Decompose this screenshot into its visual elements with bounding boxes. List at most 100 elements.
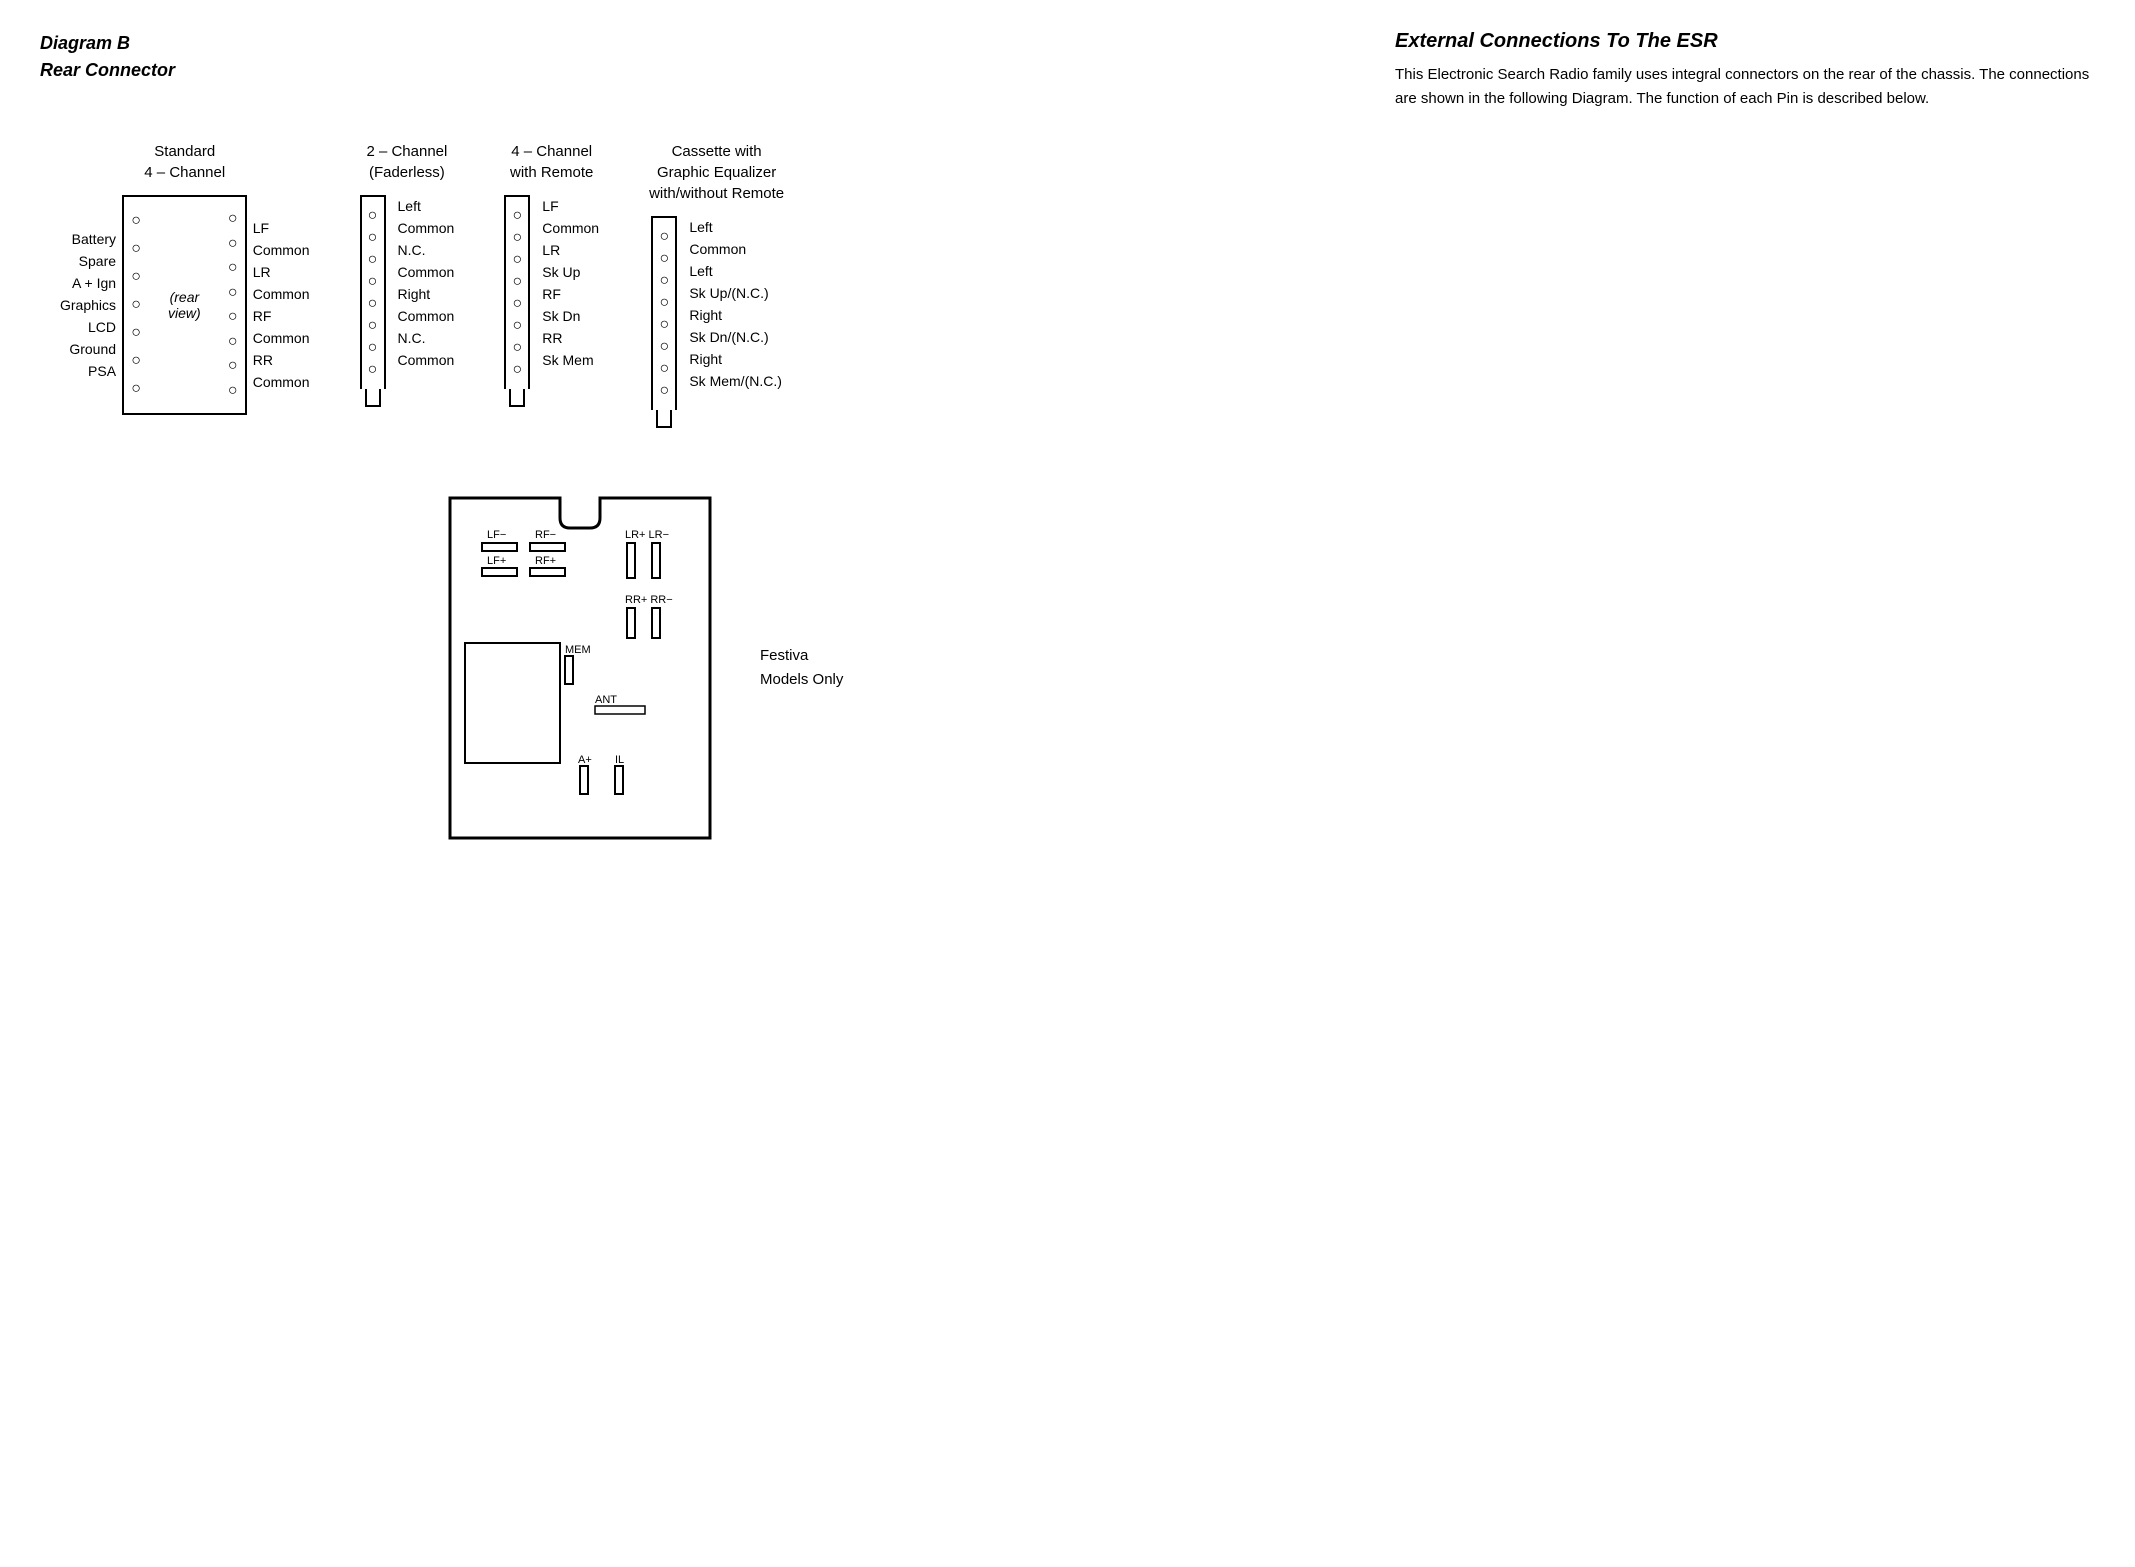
label-skup-nc: Sk Up/(N.C.) bbox=[683, 282, 782, 304]
pin-circle: ○ bbox=[365, 230, 381, 246]
label-graphics: Graphics bbox=[60, 294, 122, 316]
label-right: Right bbox=[683, 304, 782, 326]
pin-circle: ○ bbox=[656, 339, 672, 355]
std4-header: Standard 4 – Channel bbox=[144, 141, 225, 183]
svg-text:IL: IL bbox=[615, 754, 624, 766]
pin-circle: ○ bbox=[365, 274, 381, 290]
label-rr: RR bbox=[536, 327, 599, 349]
chan4remote-header: 4 – Channel with Remote bbox=[510, 141, 593, 183]
label-right: Right bbox=[392, 283, 455, 305]
label-common: Common bbox=[392, 261, 455, 283]
label-common: Common bbox=[392, 305, 455, 327]
svg-text:RF+: RF+ bbox=[535, 555, 556, 567]
label-lr: LR bbox=[247, 261, 310, 283]
festiva-label: Festiva Models Only bbox=[760, 644, 843, 692]
pin-circle: ○ bbox=[365, 252, 381, 268]
svg-text:RR+ RR−: RR+ RR− bbox=[625, 594, 673, 606]
label-nc1: N.C. bbox=[392, 239, 455, 261]
label-common4: Common bbox=[247, 371, 310, 393]
label-aign: A + Ign bbox=[60, 272, 122, 294]
chan4remote-right-labels: LF Common LR Sk Up RF Sk Dn RR Sk Mem bbox=[530, 195, 599, 371]
label-rf: RF bbox=[536, 283, 599, 305]
pin-circle: ○ bbox=[656, 295, 672, 311]
pin-circle: ○ bbox=[656, 361, 672, 377]
cassette-tab bbox=[656, 410, 672, 428]
label-rr: RR bbox=[247, 349, 310, 371]
pin-circle: ○ bbox=[509, 230, 525, 246]
label-left: Left bbox=[683, 216, 782, 238]
std4-right-labels: LF Common LR Common RF Common RR Common bbox=[247, 217, 310, 393]
label-lf: LF bbox=[536, 195, 599, 217]
pin-circle: ○ bbox=[225, 285, 241, 301]
pin-circle: ○ bbox=[656, 251, 672, 267]
chan2-rect-wrap: ○ ○ ○ ○ ○ ○ ○ ○ bbox=[360, 195, 386, 407]
svg-text:A+: A+ bbox=[578, 754, 592, 766]
std4-connector: Standard 4 – Channel Battery Spare A + I… bbox=[60, 141, 310, 415]
cassette-header: Cassette with Graphic Equalizer with/wit… bbox=[649, 141, 784, 204]
pin-circle: ○ bbox=[225, 236, 241, 252]
pin-circle: ○ bbox=[509, 252, 525, 268]
std4-left-pins: ○ ○ ○ ○ ○ ○ ○ bbox=[124, 197, 148, 413]
pin-circle: ○ bbox=[225, 383, 241, 399]
ext-connections-title: External Connections To The ESR bbox=[1395, 30, 2095, 53]
chan4remote-connector: 4 – Channel with Remote ○ ○ ○ ○ ○ ○ ○ ○ … bbox=[504, 141, 599, 407]
pin-circle: ○ bbox=[656, 317, 672, 333]
label-skdn-nc: Sk Dn/(N.C.) bbox=[683, 326, 782, 348]
pin-circle: ○ bbox=[656, 273, 672, 289]
label-spare: Spare bbox=[60, 250, 122, 272]
svg-text:RF−: RF− bbox=[535, 529, 556, 541]
svg-text:ANT: ANT bbox=[595, 694, 617, 706]
pin-circle: ○ bbox=[509, 362, 525, 378]
festiva-section: LF− RF− LF+ RF+ LR+ LR− RR+ RR− MEM ANT … bbox=[40, 488, 2095, 848]
pin-circle: ○ bbox=[128, 213, 144, 229]
label-left: Left bbox=[392, 195, 455, 217]
label-common: Common bbox=[683, 238, 782, 260]
label-psa: PSA bbox=[60, 360, 122, 382]
pin-circle: ○ bbox=[128, 241, 144, 257]
pin-circle: ○ bbox=[365, 318, 381, 334]
pin-circle: ○ bbox=[365, 296, 381, 312]
label-lr: LR bbox=[536, 239, 599, 261]
connectors-area: Standard 4 – Channel Battery Spare A + I… bbox=[40, 141, 2095, 428]
diagram-title: Diagram B Rear Connector bbox=[40, 30, 175, 111]
pin-circle: ○ bbox=[225, 260, 241, 276]
std4-rect: ○ ○ ○ ○ ○ ○ ○ (rear view) ○ ○ ○ ○ bbox=[122, 195, 247, 415]
std4-right-pins: ○ ○ ○ ○ ○ ○ ○ ○ bbox=[221, 197, 245, 413]
pin-circle: ○ bbox=[128, 325, 144, 341]
label-rf: RF bbox=[247, 305, 310, 327]
label-common: Common bbox=[392, 349, 455, 371]
pin-circle: ○ bbox=[225, 309, 241, 325]
std4-left-labels: Battery Spare A + Ign Graphics LCD Groun… bbox=[60, 228, 122, 382]
pin-circle: ○ bbox=[509, 274, 525, 290]
label-skmem: Sk Mem bbox=[536, 349, 599, 371]
pin-circle: ○ bbox=[509, 296, 525, 312]
cassette-rect: ○ ○ ○ ○ ○ ○ ○ ○ bbox=[651, 216, 677, 410]
chan2-rect: ○ ○ ○ ○ ○ ○ ○ ○ bbox=[360, 195, 386, 389]
chan2-connector: 2 – Channel (Faderless) ○ ○ ○ ○ ○ ○ ○ ○ … bbox=[360, 141, 455, 407]
pin-circle: ○ bbox=[128, 381, 144, 397]
label-skup: Sk Up bbox=[536, 261, 599, 283]
label-nc2: N.C. bbox=[392, 327, 455, 349]
label-lf: LF bbox=[247, 217, 310, 239]
std4-center-note: (rear view) bbox=[148, 197, 221, 413]
label-right2: Right bbox=[683, 348, 782, 370]
label-skmem-nc: Sk Mem/(N.C.) bbox=[683, 370, 782, 392]
label-ground: Ground bbox=[60, 338, 122, 360]
pin-circle: ○ bbox=[365, 362, 381, 378]
pin-circle: ○ bbox=[128, 297, 144, 313]
label-common2: Common bbox=[247, 283, 310, 305]
ext-connections-body: This Electronic Search Radio family uses… bbox=[1395, 63, 2095, 111]
external-connections-section: External Connections To The ESR This Ele… bbox=[1395, 30, 2095, 111]
cassette-right-labels: Left Common Left Sk Up/(N.C.) Right Sk D… bbox=[677, 216, 782, 392]
label-lcd: LCD bbox=[60, 316, 122, 338]
chan4remote-tab bbox=[509, 389, 525, 407]
chan2-header: 2 – Channel (Faderless) bbox=[366, 141, 447, 183]
label-common: Common bbox=[536, 217, 599, 239]
label-common: Common bbox=[392, 217, 455, 239]
pin-circle: ○ bbox=[509, 340, 525, 356]
label-battery: Battery bbox=[60, 228, 122, 250]
svg-text:LR+ LR−: LR+ LR− bbox=[625, 529, 669, 541]
svg-text:MEM: MEM bbox=[565, 644, 591, 656]
pin-circle: ○ bbox=[365, 208, 381, 224]
pin-circle: ○ bbox=[225, 334, 241, 350]
